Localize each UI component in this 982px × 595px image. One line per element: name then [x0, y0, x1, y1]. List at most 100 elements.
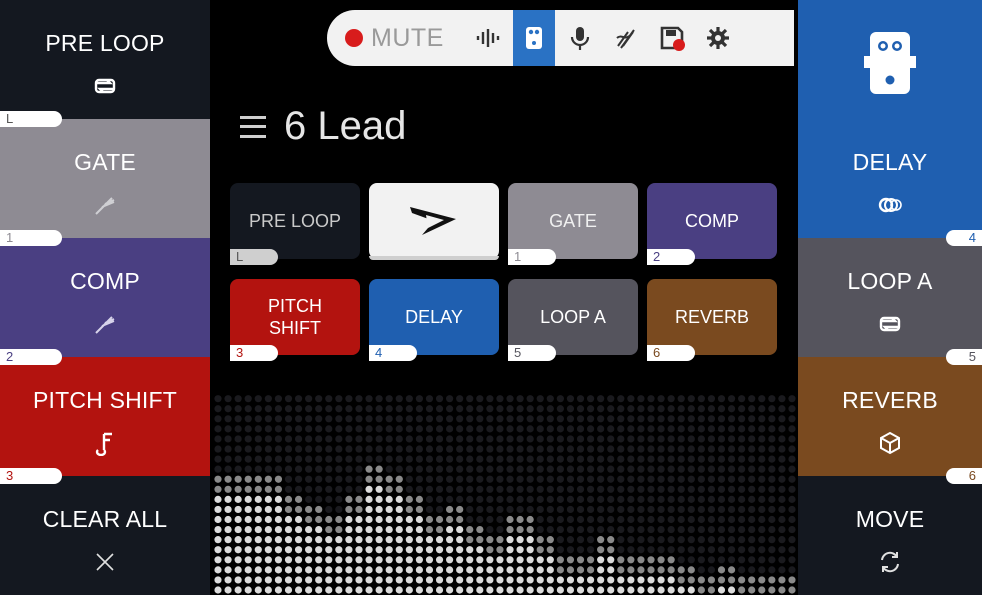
visualizer-dot [214, 566, 222, 574]
visualizer-dot [707, 435, 716, 443]
visualizer-dot [607, 525, 615, 534]
visualizer-dot [647, 415, 655, 423]
slot-pitch-shift[interactable]: PITCH SHIFT 3 [0, 357, 210, 484]
visualizer-dot [456, 586, 464, 594]
visualizer-dot [446, 455, 454, 463]
slot-amp-selected[interactable] [798, 0, 982, 119]
settings-gear-icon[interactable] [697, 10, 739, 66]
visualizer-dot [788, 546, 796, 554]
visualizer-dot [415, 465, 423, 473]
visualizer-dot [244, 425, 252, 433]
visualizer-dot [254, 515, 262, 524]
visualizer-dot [214, 485, 222, 493]
visualizer-dot [556, 395, 564, 403]
visualizer-dot [647, 405, 655, 413]
slot-loop-a[interactable]: LOOP A 5 [798, 238, 982, 365]
visualizer-dot [425, 495, 434, 503]
visualizer-dot [748, 465, 756, 473]
visualizer-dot [385, 425, 393, 433]
slot-reverb[interactable]: REVERB 6 [798, 357, 982, 484]
slot-pre-loop[interactable]: PRE LOOP L [0, 0, 210, 127]
visualizer-dot [294, 495, 303, 503]
visualizer-dot [405, 515, 413, 524]
visualizer-dot [617, 485, 625, 493]
visualizer-dot [727, 485, 736, 493]
block-comp[interactable]: COMP 2 [647, 183, 777, 265]
visualizer-dot [496, 576, 504, 584]
block-amp[interactable] [369, 183, 499, 260]
mute-button[interactable]: MUTE [345, 24, 463, 53]
block-loop-a[interactable]: LOOP A 5 [508, 279, 638, 361]
visualizer-dot [315, 505, 323, 514]
visualizer-dot [768, 546, 776, 554]
move-button[interactable]: MOVE [798, 476, 982, 595]
visualizer-dot [274, 475, 283, 483]
visualizer-dot [466, 505, 474, 514]
preset-title[interactable]: 6 Lead [240, 104, 406, 149]
visualizer-dot [415, 536, 423, 544]
visualizer-dot [254, 566, 262, 574]
visualizer-dot [284, 536, 293, 544]
visualizer-dot [516, 445, 524, 453]
visualizer-dot [476, 586, 484, 594]
visualizer-dot [727, 475, 736, 483]
level-meter-icon[interactable] [467, 10, 509, 66]
visualizer-dot [335, 495, 343, 503]
visualizer-dot [516, 556, 524, 564]
visualizer-dot [325, 556, 333, 564]
visualizer-dot [506, 576, 514, 584]
visualizer-dot [707, 475, 716, 483]
block-pitch-shift[interactable]: PITCH SHIFT 3 [230, 279, 360, 361]
visualizer-dot [617, 515, 625, 524]
visualizer-dot [315, 405, 323, 413]
visualizer-dot [305, 415, 313, 423]
record-dot-icon [345, 29, 363, 47]
visualizer-dot [405, 556, 413, 564]
visualizer-dot [496, 425, 504, 433]
menu-icon[interactable] [240, 115, 266, 138]
visualizer-dot [425, 485, 434, 493]
effects-pedal-icon[interactable] [513, 10, 555, 66]
visualizer-dot [214, 405, 222, 413]
visualizer-dot [315, 465, 323, 473]
visualizer-dot [446, 475, 454, 483]
visualizer-dot [385, 455, 393, 463]
visualizer-dot [778, 435, 786, 443]
visualizer-dot [768, 566, 776, 574]
block-pre-loop[interactable]: PRE LOOP L [230, 183, 360, 265]
visualizer-dot [435, 566, 444, 574]
visualizer-dot [224, 415, 232, 423]
block-gate[interactable]: GATE 1 [508, 183, 638, 265]
visualizer-dot [607, 495, 615, 503]
slot-comp[interactable]: COMP 2 [0, 238, 210, 365]
visualizer-dot [264, 395, 272, 403]
effects-pedal-icon [863, 28, 917, 98]
visualizer-dot [597, 445, 605, 453]
clear-all-button[interactable]: CLEAR ALL [0, 476, 210, 595]
visualizer-dot [627, 586, 635, 594]
visualizer-dot [476, 495, 484, 503]
visualizer-dot [566, 576, 575, 584]
visualizer-dot [405, 505, 413, 514]
visualizer-dot [415, 455, 423, 463]
save-icon[interactable] [651, 10, 693, 66]
microphone-icon[interactable] [559, 10, 601, 66]
visualizer-dot [546, 546, 554, 554]
slot-gate[interactable]: GATE 1 [0, 119, 210, 246]
left-signal-chain-column: PRE LOOP L GATE 1 COMP 2 PITCH SHIFT 3 C… [0, 0, 210, 595]
visualizer-dot [395, 445, 403, 453]
block-badge: 4 [369, 345, 417, 361]
block-reverb[interactable]: REVERB 6 [647, 279, 777, 361]
visualizer-dot [476, 435, 484, 443]
slot-delay[interactable]: DELAY 4 [798, 119, 982, 246]
visualizer-dot [456, 395, 464, 403]
visualizer-dot [647, 586, 655, 594]
block-delay[interactable]: DELAY 4 [369, 279, 499, 361]
visualizer-dot [617, 586, 625, 594]
visualizer-dot [516, 475, 524, 483]
tuning-fork-icon[interactable] [605, 10, 647, 66]
slot-label: GATE [74, 149, 136, 175]
visualizer-dot [355, 546, 363, 554]
visualizer-dot [566, 445, 575, 453]
visualizer-dot [425, 576, 434, 584]
